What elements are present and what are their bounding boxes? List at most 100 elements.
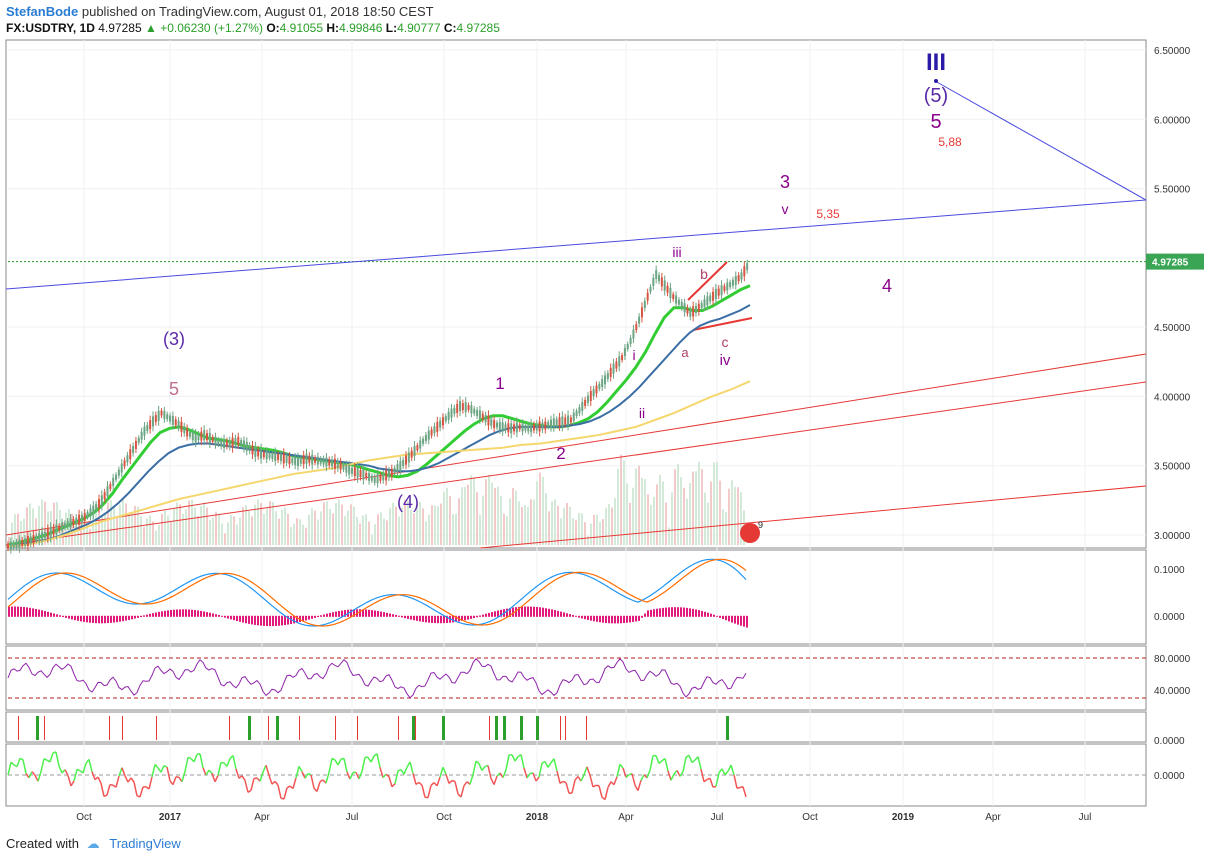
candle-body [123,460,126,467]
momentum-segment [124,775,129,783]
current-price-label: 4.97285 [1152,258,1189,269]
macd-histogram-bar [668,607,670,617]
candle-body [260,448,263,459]
candle-body [288,456,291,465]
volume-bar [662,481,664,545]
candle-body [248,445,251,452]
candle-body [80,514,83,522]
volume-bar [509,498,511,545]
macd-histogram-bar [218,615,220,617]
volume-bar [494,487,496,545]
volume-bar [206,507,208,545]
macd-histogram-bar [86,615,88,623]
tradingview-brand[interactable]: TradingView [109,836,181,851]
candle-body [544,421,547,430]
buy-signal-bar [503,716,506,740]
volume-bar [491,482,493,545]
macd-histogram-bar [746,615,748,628]
candle-body [589,390,592,401]
volume-bar [518,501,520,545]
candle-body [558,417,561,427]
macd-histogram-bar [422,615,424,622]
momentum-segment [703,778,708,783]
macd-histogram-bar [584,615,586,620]
momentum-segment [649,755,654,771]
macd-histogram-bar [194,610,196,617]
candle-body [311,454,314,465]
momentum-segment [469,774,474,785]
macd-histogram-bar [14,606,16,617]
macd-histogram-bar [482,614,484,617]
candle-body [626,344,629,350]
volume-bar [356,516,358,545]
momentum-segment [343,758,348,773]
candle-body [621,355,624,361]
momentum-segment [106,784,111,796]
macd-histogram-bar [281,615,283,626]
tradingview-logo-icon: ☁ [86,836,100,851]
volume-bar [485,479,487,545]
candle-body [103,492,106,500]
momentum-segment [724,770,729,776]
candle-body [686,307,689,314]
price-chart[interactable]: (3)5(4)12iiiiiiabciv3v45(5)III5,355,889 … [0,0,1206,862]
candle-body [532,424,535,431]
wave-label: i [632,347,635,363]
candle-body [15,541,18,548]
volume-bar [14,514,16,545]
candle-body [291,458,294,464]
momentum-segment [241,775,246,781]
price-axis[interactable]: 6.500006.000005.500005.000004.500004.000… [1146,46,1204,542]
candle-body [26,536,29,547]
candle-body [234,438,237,446]
candle-body [385,470,388,481]
momentum-segment [730,764,735,776]
macd-histogram-bar [221,615,223,617]
volume-bar [338,499,340,545]
macd-histogram-bar [233,615,235,621]
momentum-segment [733,774,738,789]
volume-bar [512,488,514,545]
candle-body [447,411,450,420]
macd-histogram-bar [536,606,538,617]
volume-bar [584,522,586,545]
volume-bar [161,513,163,545]
macd-histogram-bar [572,614,574,617]
volume-bar [611,507,613,545]
momentum-segment [328,758,333,773]
candle-body [271,453,274,460]
volume-bar [488,474,490,545]
candle-body [416,445,419,451]
wave-label: c [722,334,729,350]
candle-body [717,288,720,296]
macd-histogram-bar [620,615,622,624]
momentum-segment [478,763,483,771]
volume-bar [140,515,142,545]
candle-body [137,437,140,443]
volume-bar [395,506,397,545]
wave-label: (4) [397,492,419,512]
time-axis[interactable]: Oct 2017 Apr Jul Oct 2018 Apr Jul Oct 2019 Apr Jul [76,812,1091,823]
volume-bar [302,524,304,545]
candle-body [734,275,737,285]
volume-bar [443,492,445,545]
momentum-segment [283,787,288,800]
momentum-segment [70,780,75,787]
momentum-segment [580,774,585,782]
momentum-segment [277,784,282,799]
momentum-segment [565,782,570,794]
candle-body [658,275,661,282]
candle-body [538,421,541,432]
target-label: 5,35 [816,207,840,221]
macd-histogram-bar [611,615,613,624]
volume-bar [248,511,250,545]
candle-body [342,464,345,470]
buy-signal-bar [536,716,539,740]
volume-bar [293,523,295,545]
candle-body [498,421,501,430]
candle-body [595,385,598,394]
candle-body [83,512,86,521]
momentum-segment [175,775,180,779]
candle-body [166,414,169,420]
volume-bar [473,477,475,545]
